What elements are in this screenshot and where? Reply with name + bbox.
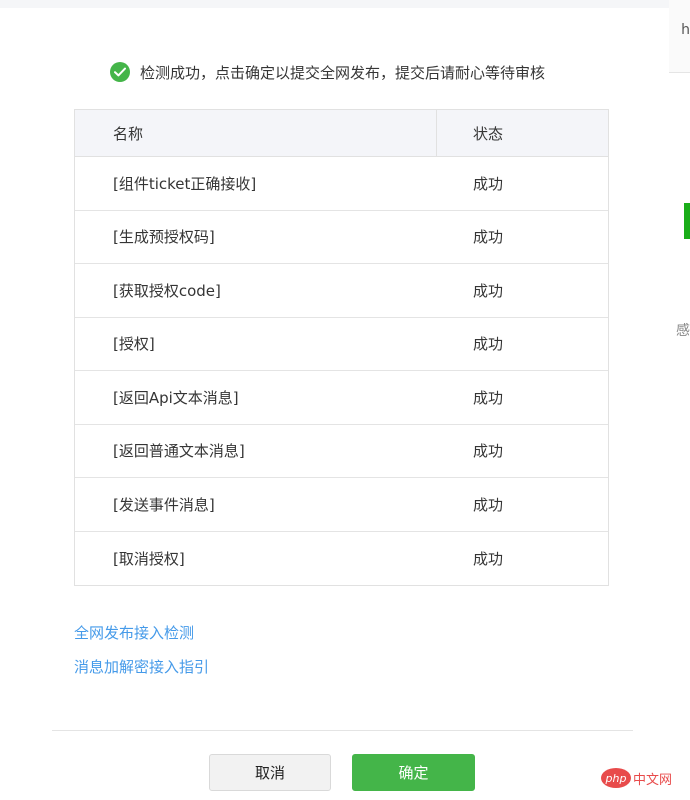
table-row: [授权] 成功 [75, 318, 608, 371]
row-name: [获取授权code] [113, 281, 221, 300]
background-divider [669, 72, 690, 73]
row-status: 成功 [473, 388, 504, 407]
encryption-guide-link[interactable]: 消息加解密接入指引 [74, 656, 209, 677]
row-name: [发送事件消息] [113, 495, 215, 514]
background-window-edge [669, 8, 690, 800]
row-name: [授权] [113, 335, 155, 354]
row-status: 成功 [473, 335, 504, 354]
php-watermark: php 中文网 [601, 768, 672, 788]
row-status: 成功 [473, 549, 504, 568]
table-row: [生成预授权码] 成功 [75, 211, 608, 264]
row-status: 成功 [473, 442, 504, 461]
cancel-button[interactable]: 取消 [209, 754, 331, 791]
table-header: 名称 状态 [75, 110, 608, 157]
row-status: 成功 [473, 174, 504, 193]
table-row: [返回Api文本消息] 成功 [75, 371, 608, 425]
row-status: 成功 [473, 281, 504, 300]
row-name: [返回普通文本消息] [113, 442, 245, 461]
check-results-table: 名称 状态 [组件ticket正确接收] 成功 [生成预授权码] 成功 [获取授… [74, 109, 609, 586]
table-row: [组件ticket正确接收] 成功 [75, 157, 608, 211]
row-name: [组件ticket正确接收] [113, 174, 257, 193]
watermark-text: 中文网 [633, 772, 673, 788]
table-row: [获取授权code] 成功 [75, 264, 608, 318]
row-status: 成功 [473, 495, 504, 514]
background-window-text-2: 感 [676, 323, 690, 339]
background-green-indicator [684, 203, 690, 239]
php-logo-icon: php [601, 768, 631, 788]
column-header-name: 名称 [75, 110, 437, 156]
row-name: [取消授权] [113, 549, 185, 568]
table-row: [返回普通文本消息] 成功 [75, 425, 608, 478]
success-message: 检测成功，点击确定以提交全网发布，提交后请耐心等待审核 [140, 63, 546, 82]
success-notice: 检测成功，点击确定以提交全网发布，提交后请耐心等待审核 [110, 60, 545, 84]
top-strip [0, 0, 690, 8]
table-row: [取消授权] 成功 [75, 532, 608, 586]
footer-divider [52, 730, 633, 731]
column-header-status: 状态 [473, 124, 504, 143]
detection-link[interactable]: 全网发布接入检测 [74, 622, 194, 643]
row-status: 成功 [473, 228, 504, 247]
table-row: [发送事件消息] 成功 [75, 478, 608, 532]
check-circle-icon [110, 62, 130, 82]
confirm-button[interactable]: 确定 [352, 754, 475, 791]
row-name: [生成预授权码] [113, 228, 215, 247]
background-window-text: h [681, 22, 690, 38]
row-name: [返回Api文本消息] [113, 388, 239, 407]
